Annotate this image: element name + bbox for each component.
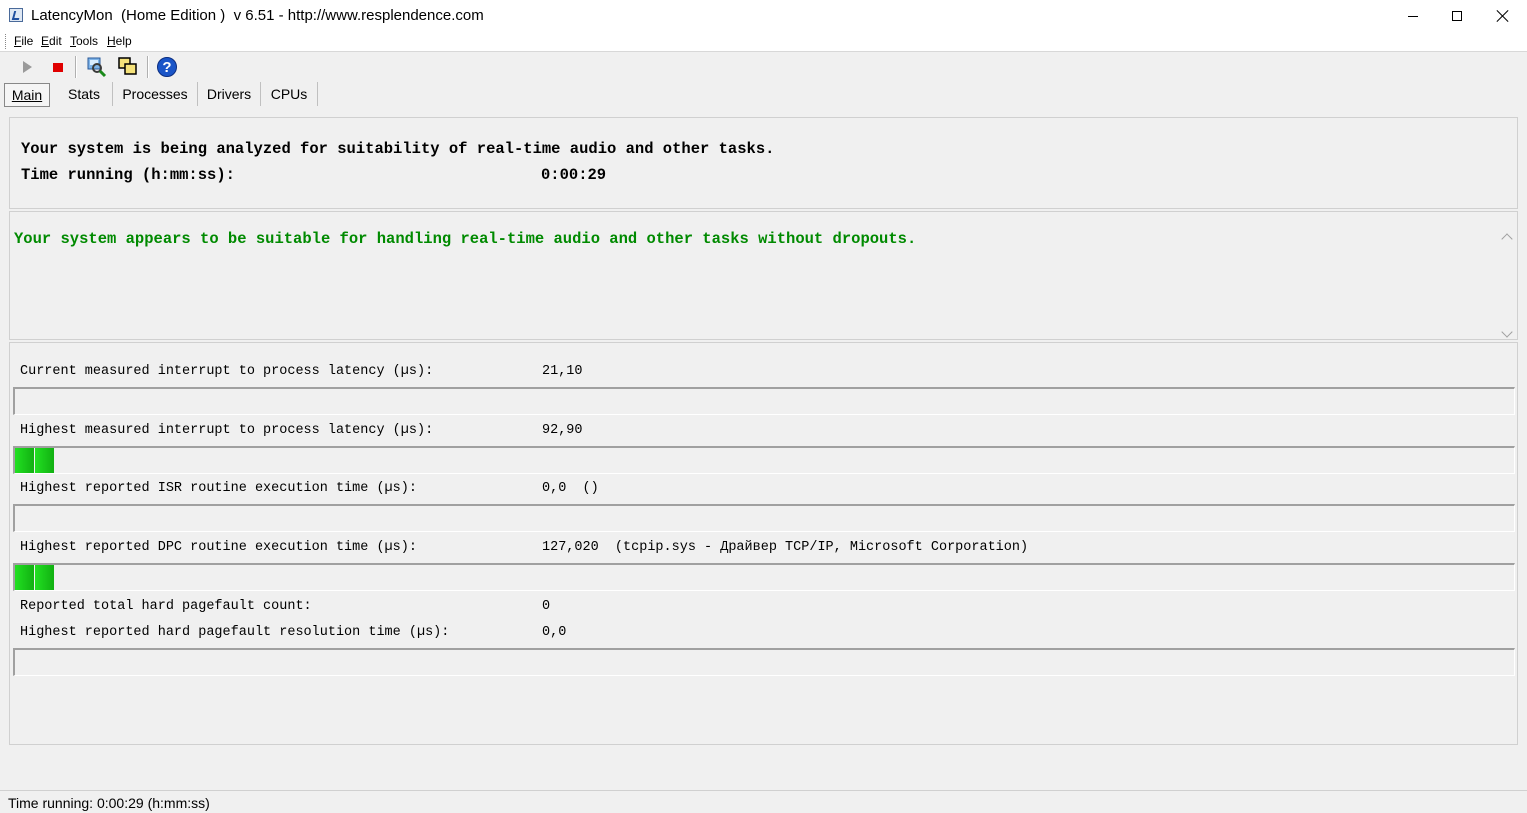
scroll-up-icon[interactable] (1501, 233, 1513, 245)
dpc-value: 127,020 (tcpip.sys - Драйвер TCP/IP, Mic… (542, 540, 1029, 555)
dpc-label: Highest reported DPC routine execution t… (20, 540, 417, 555)
menu-tools[interactable]: Tools (70, 34, 98, 48)
highest-latency-value: 92,90 (542, 423, 583, 438)
minimize-button[interactable] (1390, 0, 1436, 32)
pagefault-time-label: Highest reported hard pagefault resoluti… (20, 625, 450, 640)
stop-icon (53, 62, 63, 72)
current-latency-label: Current measured interrupt to process la… (20, 364, 434, 379)
windows-icon (118, 57, 137, 75)
highest-latency-label: Highest measured interrupt to process la… (20, 423, 434, 438)
tab-processes[interactable]: Processes (113, 82, 198, 106)
verdict-message: Your system appears to be suitable for h… (14, 230, 917, 248)
bar-segment (15, 448, 34, 473)
tab-main[interactable]: Main (4, 83, 50, 107)
app-icon[interactable] (9, 8, 23, 22)
dpc-bar (13, 563, 1515, 591)
menu-edit[interactable]: Edit (41, 34, 62, 48)
isr-value: 0,0 () (542, 481, 599, 496)
scroll-down-icon[interactable] (1501, 326, 1513, 338)
analysis-text: Your system is being analyzed for suitab… (21, 140, 775, 158)
status-bar: Time running: 0:00:29 (h:mm:ss) (0, 790, 1527, 813)
pagefault-time-bar (13, 648, 1515, 676)
current-latency-value: 21,10 (542, 364, 583, 379)
drivers-button[interactable] (84, 55, 108, 79)
windows-button[interactable] (116, 55, 140, 79)
help-icon: ? (157, 57, 177, 77)
title-bar[interactable]: LatencyMon (Home Edition ) v 6.51 - http… (0, 0, 1527, 32)
menu-grip (5, 34, 7, 49)
toolbar-separator (75, 56, 77, 78)
time-running-value: 0:00:29 (541, 166, 607, 184)
pagefault-count-value: 0 (542, 599, 551, 614)
bar-fill (15, 565, 55, 590)
maximize-button[interactable] (1434, 0, 1480, 32)
magnifier-icon (87, 57, 107, 78)
bar-segment (35, 565, 54, 590)
play-icon (22, 61, 32, 73)
minimize-icon (1408, 15, 1418, 17)
status-text: Time running: 0:00:29 (h:mm:ss) (8, 795, 210, 811)
highest-latency-bar (13, 446, 1515, 474)
verdict-panel: Your system appears to be suitable for h… (9, 211, 1518, 340)
stop-button[interactable] (46, 55, 70, 79)
pagefault-count-label: Reported total hard pagefault count: (20, 599, 312, 614)
metrics-panel: Current measured interrupt to process la… (9, 342, 1518, 745)
menu-help[interactable]: Help (107, 34, 132, 48)
start-button[interactable] (15, 55, 39, 79)
toolbar-separator (147, 56, 149, 78)
window-title: LatencyMon (Home Edition ) v 6.51 - http… (31, 7, 484, 24)
tab-cpus[interactable]: CPUs (261, 82, 318, 106)
menu-file[interactable]: File (14, 34, 33, 48)
analysis-panel: Your system is being analyzed for suitab… (9, 117, 1518, 209)
maximize-icon (1452, 11, 1462, 21)
tab-stats[interactable]: Stats (56, 82, 113, 106)
menu-bar: File Edit Tools Help (0, 32, 1527, 52)
toolbar: ? (0, 52, 1527, 80)
bar-fill (15, 448, 55, 473)
pagefault-time-value: 0,0 (542, 625, 567, 640)
isr-bar (13, 504, 1515, 532)
bar-segment (15, 565, 34, 590)
current-latency-bar (13, 387, 1515, 415)
time-running-label: Time running (h:mm:ss): (21, 166, 235, 184)
help-button[interactable]: ? (155, 55, 179, 79)
isr-label: Highest reported ISR routine execution t… (20, 481, 417, 496)
bar-segment (35, 448, 54, 473)
close-button[interactable] (1480, 0, 1526, 32)
verdict-scrollbar[interactable] (1501, 232, 1513, 340)
close-icon (1497, 10, 1509, 22)
tab-drivers[interactable]: Drivers (198, 82, 261, 106)
